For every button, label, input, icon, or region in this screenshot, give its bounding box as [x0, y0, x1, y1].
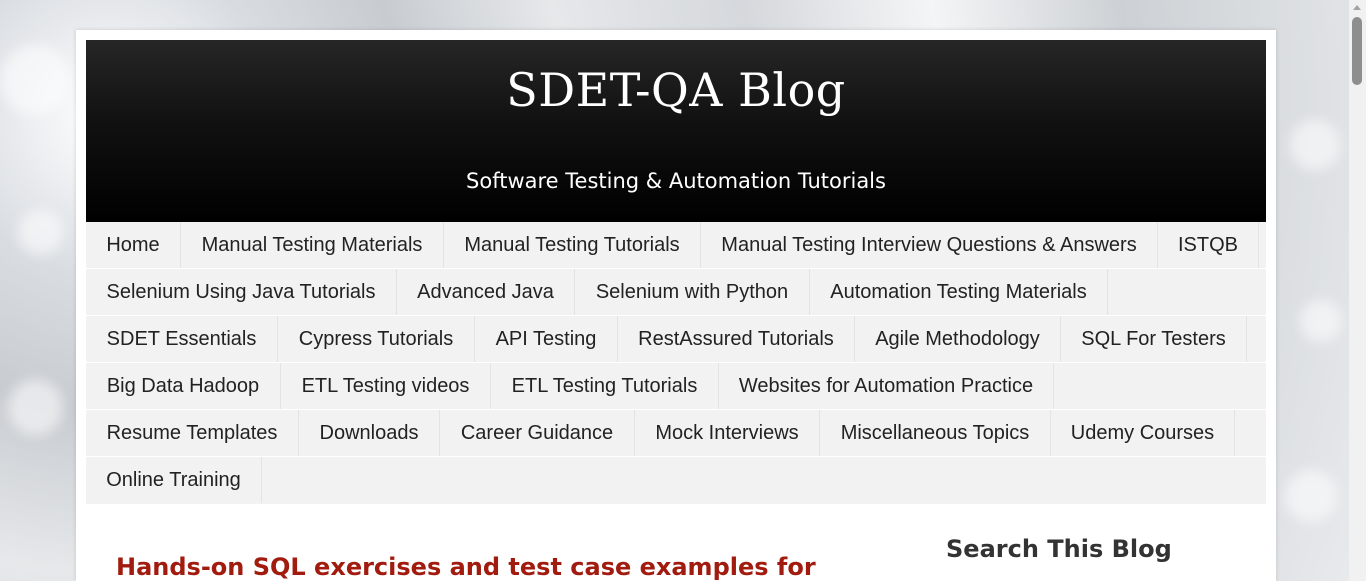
background-bokeh [0, 45, 70, 115]
nav-item-mock-interviews[interactable]: Mock Interviews [635, 410, 820, 456]
nav-item-restassured-tutorials[interactable]: RestAssured Tutorials [618, 316, 855, 362]
nav-item-agile-methodology[interactable]: Agile Methodology [855, 316, 1061, 362]
nav-item-manual-testing-tutorials[interactable]: Manual Testing Tutorials [444, 222, 701, 268]
page-container: SDET-QA Blog Software Testing & Automati… [76, 30, 1276, 581]
nav-item-etl-testing-tutorials[interactable]: ETL Testing Tutorials [491, 363, 719, 409]
background-bokeh [18, 210, 63, 255]
background-bokeh [1300, 300, 1342, 342]
page-scrollbar[interactable] [1349, 0, 1366, 581]
nav-item-sql-for-testers[interactable]: SQL For Testers [1061, 316, 1247, 362]
scroll-thumb[interactable] [1352, 17, 1362, 85]
nav-item-resume-templates[interactable]: Resume Templates [86, 410, 299, 456]
nav-item-selenium-java[interactable]: Selenium Using Java Tutorials [86, 269, 397, 315]
main-navigation: Home Manual Testing Materials Manual Tes… [86, 222, 1266, 504]
nav-row-divider [86, 456, 1266, 457]
nav-item-cypress-tutorials[interactable]: Cypress Tutorials [278, 316, 475, 362]
nav-item-advanced-java[interactable]: Advanced Java [397, 269, 575, 315]
nav-item-downloads[interactable]: Downloads [299, 410, 440, 456]
nav-item-api-testing[interactable]: API Testing [475, 316, 618, 362]
nav-item-big-data-hadoop[interactable]: Big Data Hadoop [86, 363, 281, 409]
nav-item-etl-testing-videos[interactable]: ETL Testing videos [281, 363, 491, 409]
background-bokeh [1290, 120, 1340, 170]
nav-item-websites-automation-practice[interactable]: Websites for Automation Practice [719, 363, 1054, 409]
nav-item-miscellaneous-topics[interactable]: Miscellaneous Topics [820, 410, 1051, 456]
site-title[interactable]: SDET-QA Blog [86, 58, 1266, 122]
nav-item-automation-testing-materials[interactable]: Automation Testing Materials [810, 269, 1108, 315]
nav-item-online-training[interactable]: Online Training [86, 457, 262, 503]
nav-item-career-guidance[interactable]: Career Guidance [440, 410, 635, 456]
nav-item-manual-testing-materials[interactable]: Manual Testing Materials [181, 222, 444, 268]
nav-item-sdet-essentials[interactable]: SDET Essentials [86, 316, 278, 362]
background-bokeh [1285, 470, 1337, 522]
nav-item-udemy-courses[interactable]: Udemy Courses [1051, 410, 1235, 456]
nav-item-selenium-python[interactable]: Selenium with Python [575, 269, 810, 315]
nav-item-interview-questions[interactable]: Manual Testing Interview Questions & Ans… [701, 222, 1158, 268]
site-tagline: Software Testing & Automation Tutorials [466, 169, 886, 193]
scroll-up-arrow-icon[interactable] [1353, 5, 1361, 10]
search-blog-heading: Search This Blog [946, 535, 1172, 563]
post-title-link[interactable]: Hands-on SQL exercises and test case exa… [116, 552, 816, 581]
site-header: SDET-QA Blog Software Testing & Automati… [86, 40, 1266, 222]
nav-item-istqb[interactable]: ISTQB [1158, 222, 1259, 268]
background-bokeh [8, 380, 63, 435]
nav-item-home[interactable]: Home [86, 222, 181, 268]
